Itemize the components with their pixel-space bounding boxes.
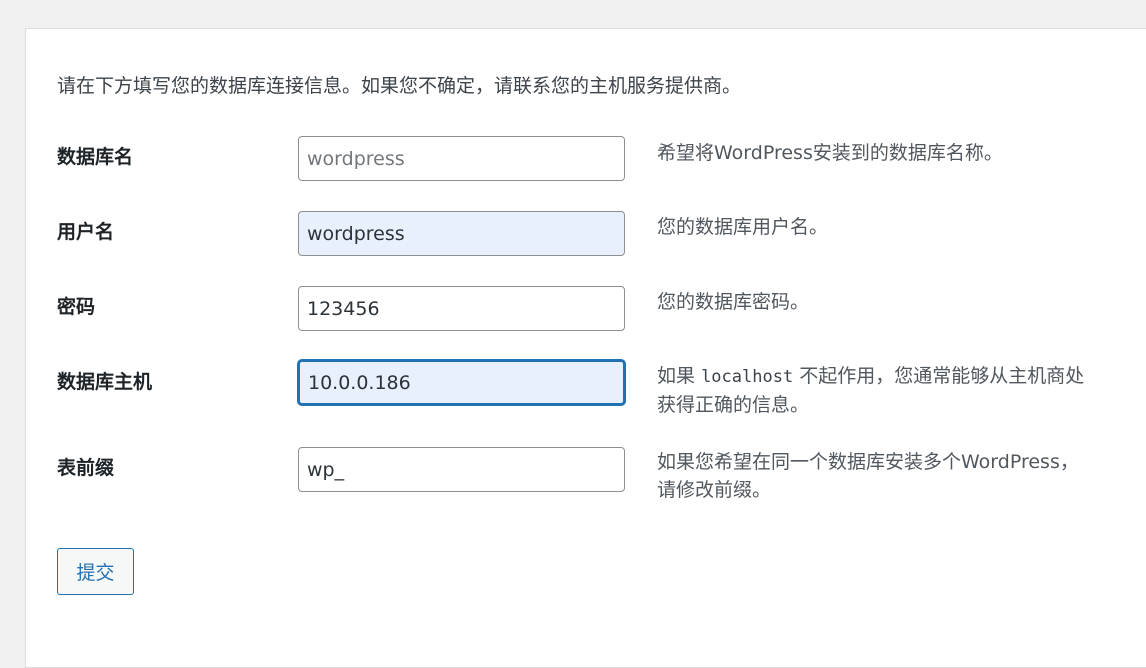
username-input[interactable] [298,211,625,256]
dbhost-label: 数据库主机 [57,371,153,393]
dbhost-input[interactable] [298,360,625,405]
intro-text: 请在下方填写您的数据库连接信息。如果您不确定，请联系您的主机服务提供商。 [57,75,742,97]
prefix-description: 如果您希望在同一个数据库安装多个WordPress，请修改前缀。 [657,451,1079,501]
username-label: 用户名 [57,221,115,243]
prefix-input[interactable] [298,447,625,492]
dbhost-description: 如果 localhost 不起作用，您通常能够从主机商处获得正确的信息。 [657,362,1097,419]
dbhost-description-before: 如果 [657,365,696,387]
submit-button[interactable]: 提交 [57,548,134,595]
password-input[interactable] [298,286,625,331]
localhost-code: localhost [701,367,794,387]
password-label: 密码 [57,296,96,318]
dbname-description: 希望将WordPress安装到的数据库名称。 [657,142,1003,164]
password-description: 您的数据库密码。 [657,291,810,313]
username-description: 您的数据库用户名。 [657,216,829,238]
dbname-label: 数据库名 [57,146,134,168]
dbname-input[interactable] [298,136,625,181]
prefix-label: 表前缀 [57,457,115,479]
setup-form-card: 请在下方填写您的数据库连接信息。如果您不确定，请联系您的主机服务提供商。 数据库… [25,28,1146,668]
